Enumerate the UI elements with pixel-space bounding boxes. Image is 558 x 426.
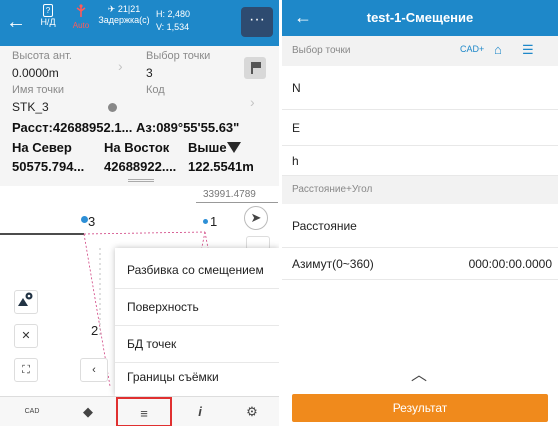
antenna-status[interactable]: Auto [68,4,94,31]
point-select-label: Выбор точки [292,45,351,56]
menu-icon[interactable]: ≡ [116,397,172,426]
cad-icon[interactable]: CAD [4,397,60,426]
chevron-right-icon[interactable]: › [250,94,255,110]
east-value: 42688922.... [104,159,177,174]
fullscreen-icon[interactable]: ⛶ [14,358,38,382]
satellite-count: 21|21 [117,4,141,14]
stakeout-screen: ← ? Н/Д Auto ✈ 21|21 Задержка(с) H: 2,48… [0,0,279,426]
above-value: 122.5541m [188,159,254,174]
locate-point-icon[interactable] [14,290,38,314]
north-label: N [292,81,301,95]
above-label: Выше [188,140,227,155]
cad-icon[interactable]: CAD+ [460,44,484,54]
point-select-label: Выбор точки [146,50,211,62]
drag-handle[interactable] [128,179,154,182]
solution-label: Н/Д [40,17,56,27]
bottom-toolbar: CAD ◆ ≡ i ⚙ [0,396,279,426]
azimuth-value[interactable]: 000:00:00.0000 [469,248,552,280]
north-row[interactable]: N [282,66,558,110]
solution-icon: ? [43,4,53,17]
popup-menu: Разбивка со смещением Поверхность БД точ… [115,248,279,396]
satellite-icon: ✈ [107,4,116,14]
ant-height-value[interactable]: 0.0000m [12,66,59,80]
map-point-label: 1 [210,214,218,229]
distance-angle-section: Расстояние+Угол [282,176,558,204]
distance-azimuth: Расст:42688952.1... Аз:089°55'55.63" [12,120,240,135]
more-button[interactable]: ··· [241,7,273,37]
menu-item-points-db[interactable]: БД точек [115,326,279,363]
point-name-label: Имя точки [12,84,64,96]
point-name-value[interactable]: STK_3 [12,100,49,114]
chevron-up-icon[interactable]: ︿ [408,361,430,384]
north-value: 50575.794... [12,159,85,174]
map-pick-icon[interactable]: ⌂ [494,42,502,57]
azimuth-row[interactable]: Азимут(0~360) 000:00:00.0000 [282,248,558,280]
back-button[interactable]: ← [6,10,26,34]
status-bar: ← ? Н/Д Auto ✈ 21|21 Задержка(с) H: 2,48… [0,0,279,46]
satellite-status[interactable]: ✈ 21|21 Задержка(с) [96,4,152,26]
antenna-icon [76,4,86,17]
page-title: test-1-Смещение [366,10,474,25]
menu-item-surface[interactable]: Поверхность [115,289,279,326]
east-label: E [292,121,301,135]
precision-readout: H: 2,480 V: 1,534 [156,8,190,34]
clear-icon[interactable] [108,103,117,112]
offset-screen: ← test-1-Смещение Выбор точки CAD+ ⌂ ☰ N… [282,0,558,426]
point-select-value[interactable]: 3 [146,66,153,80]
collapse-icon[interactable]: ✕ [14,324,38,348]
chevron-right-icon: › [118,58,123,74]
azimuth-label: Азимут(0~360) [292,257,374,271]
offset-header: ← test-1-Смещение [282,0,558,36]
distance-label: Расстояние [292,219,357,233]
map-point[interactable] [81,216,88,223]
collapse-menu-button[interactable]: ‹ [80,358,108,382]
solution-status[interactable]: ? Н/Д [30,4,66,28]
menu-item-survey-bounds[interactable]: Границы съёмки [115,359,279,396]
ant-height-label: Высота ант. [12,50,72,62]
east-label: На Восток [104,140,170,155]
distance-row[interactable]: Расстояние [282,204,558,248]
height-row[interactable]: h [282,146,558,176]
point-select-row: Выбор точки [282,36,558,66]
settings-icon[interactable]: ⚙ [224,397,279,426]
list-icon[interactable]: ☰ [522,42,534,58]
point-info-panel: Высота ант. 0.0000m › Выбор точки 3 Имя … [0,46,279,186]
menu-item-offset-stakeout[interactable]: Разбивка со смещением [115,252,279,289]
h-precision: H: 2,480 [156,9,191,19]
map-point[interactable] [203,219,208,224]
result-button[interactable]: Результат [292,394,548,422]
triangle-down-icon [227,142,241,153]
info-icon[interactable]: i [172,397,228,426]
flag-icon[interactable] [244,57,266,79]
north-label: На Север [12,140,72,155]
section-label: Расстояние+Угол [292,184,373,195]
map-point-label: 2 [91,323,99,338]
map-point-label: 3 [88,214,96,229]
v-precision: V: 1,534 [156,22,190,32]
screenshot-root: ← ? Н/Д Auto ✈ 21|21 Задержка(с) H: 2,48… [0,0,558,426]
antenna-label: Auto [72,21,90,30]
layers-icon[interactable]: ◆ [60,397,116,426]
compass-icon[interactable]: ➤ [244,206,268,230]
code-label: Код [146,84,165,96]
east-row[interactable]: E [282,110,558,146]
delay-label: Задержка(с) [98,15,150,25]
height-label: h [292,154,299,168]
